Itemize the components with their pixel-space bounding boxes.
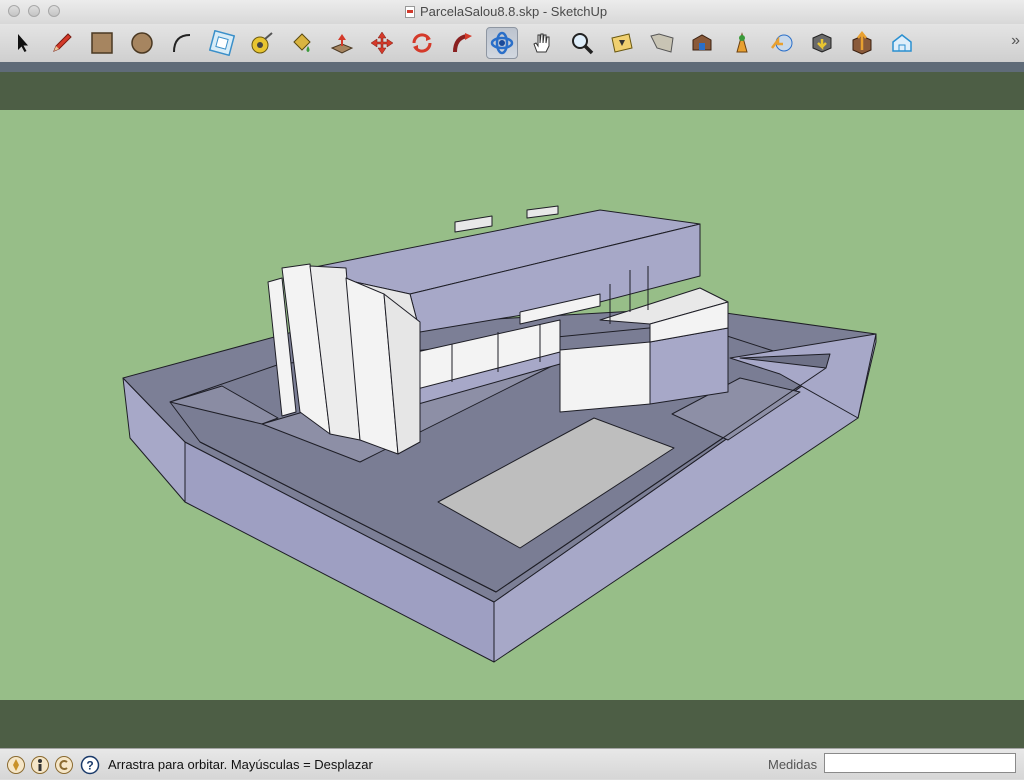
offset-tool-button[interactable] bbox=[206, 27, 238, 59]
move-icon bbox=[370, 31, 394, 55]
follow-me-tool-button[interactable] bbox=[446, 27, 478, 59]
push-pull-tool-button[interactable] bbox=[326, 27, 358, 59]
zoom-tool-button[interactable] bbox=[566, 27, 598, 59]
zoom-window-button[interactable] bbox=[48, 5, 60, 17]
hand-icon bbox=[533, 33, 550, 53]
upload-icon bbox=[852, 30, 872, 55]
license-button[interactable] bbox=[54, 755, 74, 775]
get-components-tool-button[interactable] bbox=[806, 27, 838, 59]
measurements-label: Medidas bbox=[768, 757, 818, 772]
house-icon bbox=[892, 34, 912, 52]
close-window-button[interactable] bbox=[8, 5, 20, 17]
toolbar-overflow-button[interactable]: » bbox=[1011, 32, 1020, 50]
share-icon bbox=[771, 34, 793, 52]
share-component-tool-button[interactable] bbox=[846, 27, 878, 59]
pan-tool-button[interactable] bbox=[526, 27, 558, 59]
status-bar: ? Arrastra para orbitar. Mayúsculas = De… bbox=[0, 748, 1024, 779]
window-title: ParcelaSalou8.8.skp - SketchUp bbox=[420, 4, 608, 19]
model-scene bbox=[0, 62, 1024, 748]
select-tool-button[interactable] bbox=[6, 27, 38, 59]
person-icon bbox=[31, 756, 49, 774]
instructor-button[interactable]: ? bbox=[80, 755, 100, 775]
svg-text:?: ? bbox=[86, 759, 93, 773]
magnifier-icon bbox=[572, 33, 594, 55]
lower-border bbox=[0, 700, 1024, 748]
model-viewport[interactable] bbox=[0, 62, 1024, 748]
arrow-icon bbox=[18, 34, 28, 52]
orbit-icon bbox=[490, 31, 514, 55]
components-icon bbox=[812, 33, 832, 53]
circle-tool-button[interactable] bbox=[126, 27, 158, 59]
arc-icon bbox=[173, 34, 191, 53]
rectangle-icon bbox=[91, 32, 113, 54]
move-tool-button[interactable] bbox=[366, 27, 398, 59]
status-message: Arrastra para orbitar. Mayúsculas = Desp… bbox=[108, 757, 373, 772]
help-icon: ? bbox=[80, 755, 100, 775]
main-toolbar: » bbox=[0, 24, 1024, 63]
rectangle-tool-button[interactable] bbox=[86, 27, 118, 59]
tape-measure-tool-button[interactable] bbox=[246, 27, 278, 59]
extension-tool-button[interactable] bbox=[886, 27, 918, 59]
push-pull-icon bbox=[330, 34, 354, 54]
geo-location-button[interactable] bbox=[6, 755, 26, 775]
paint-bucket-tool-button[interactable] bbox=[286, 27, 318, 59]
sky-haze bbox=[0, 62, 1024, 72]
credits-button[interactable] bbox=[30, 755, 50, 775]
zoom-extents-tool-button[interactable] bbox=[606, 27, 638, 59]
title-bar: ParcelaSalou8.8.skp - SketchUp bbox=[0, 0, 1024, 24]
map-icon bbox=[650, 33, 674, 53]
minimize-window-button[interactable] bbox=[28, 5, 40, 17]
paint-bucket-icon bbox=[293, 33, 311, 52]
follow-me-icon bbox=[453, 33, 472, 53]
rotate-icon bbox=[412, 33, 432, 53]
geo-pin-icon bbox=[7, 756, 25, 774]
share-model-tool-button[interactable] bbox=[766, 27, 798, 59]
pencil-icon bbox=[53, 33, 72, 52]
orbit-tool-button[interactable] bbox=[486, 27, 518, 59]
pencil-tool-button[interactable] bbox=[46, 27, 78, 59]
earth-pin-icon bbox=[736, 32, 748, 53]
tape-measure-icon bbox=[251, 32, 273, 54]
circle-icon bbox=[131, 32, 153, 54]
rotate-tool-button[interactable] bbox=[406, 27, 438, 59]
measurements-input[interactable] bbox=[824, 753, 1016, 773]
copyright-icon bbox=[55, 756, 73, 774]
document-icon bbox=[405, 6, 415, 18]
add-location-tool-button[interactable] bbox=[646, 27, 678, 59]
warehouse-icon bbox=[692, 34, 712, 51]
zoom-extents-icon bbox=[611, 33, 633, 53]
garage-front bbox=[559, 341, 651, 413]
arc-tool-button[interactable] bbox=[166, 27, 198, 59]
offset-icon bbox=[209, 30, 235, 56]
get-models-tool-button[interactable] bbox=[686, 27, 718, 59]
google-earth-tool-button[interactable] bbox=[726, 27, 758, 59]
